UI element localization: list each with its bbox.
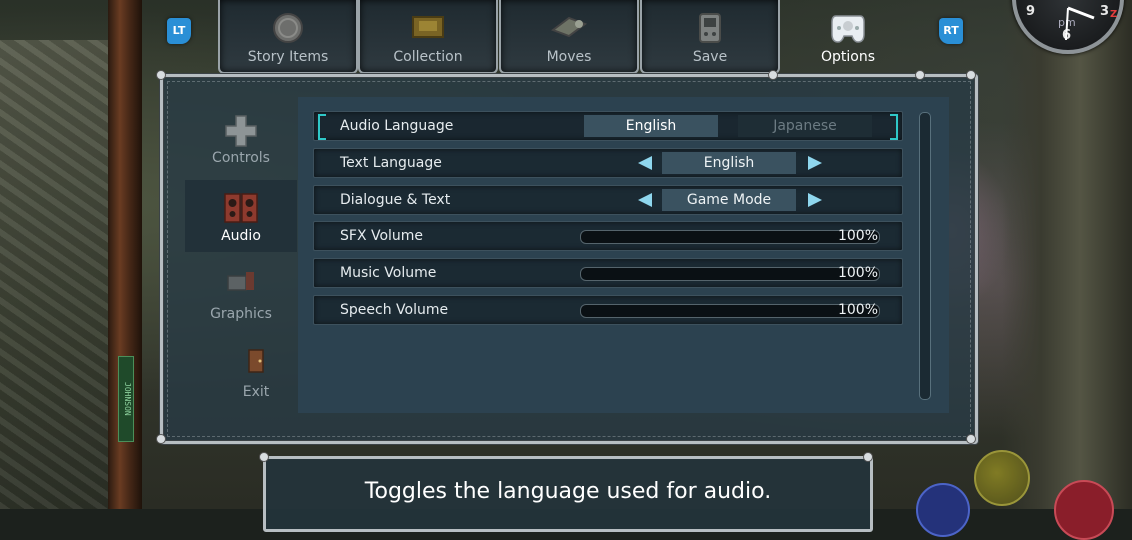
dialogue-text-value: Game Mode xyxy=(662,189,796,211)
setting-label: SFX Volume xyxy=(340,228,424,244)
tab-label: Story Items xyxy=(247,49,329,65)
left-arrow-icon[interactable] xyxy=(638,156,652,170)
audio-language-japanese-option[interactable]: Japanese xyxy=(738,115,872,137)
tab-story-items[interactable]: Story Items xyxy=(218,0,358,74)
left-arrow-icon[interactable] xyxy=(638,193,652,207)
rivet xyxy=(966,70,976,80)
tab-collection[interactable]: Collection xyxy=(358,0,498,74)
help-text: Toggles the language used for audio. xyxy=(364,479,772,504)
text-language-row[interactable]: Text Language English xyxy=(313,148,903,178)
tree-trunk xyxy=(1002,0,1132,509)
clock-hands xyxy=(1065,6,1095,41)
sidebar-item-controls[interactable]: Controls xyxy=(185,102,297,174)
sidebar-item-exit[interactable]: Exit xyxy=(215,336,297,408)
tab-label: Save xyxy=(692,49,728,65)
rivet xyxy=(966,434,976,444)
speaker-icon xyxy=(223,192,259,228)
sfx-volume-slider[interactable] xyxy=(580,230,880,244)
text-language-value: English xyxy=(662,152,796,174)
speech-volume-row[interactable]: Speech Volume 100% xyxy=(313,295,903,325)
right-arrow-icon[interactable] xyxy=(808,193,822,207)
setting-label: Speech Volume xyxy=(340,302,449,318)
collection-box-icon xyxy=(410,12,446,44)
sfx-volume-value: 100% xyxy=(837,228,878,244)
rivet xyxy=(863,452,873,462)
tab-label: Collection xyxy=(393,49,463,65)
music-volume-row[interactable]: Music Volume 100% xyxy=(313,258,903,288)
setting-label: Text Language xyxy=(340,155,442,171)
setting-label: Audio Language xyxy=(340,118,454,134)
dialogue-text-row[interactable]: Dialogue & Text Game Mode xyxy=(313,185,903,215)
sfx-volume-row[interactable]: SFX Volume 100% xyxy=(313,221,903,251)
sidebar-item-label: Graphics xyxy=(210,306,272,322)
setting-label: Dialogue & Text xyxy=(340,192,451,208)
rivet xyxy=(915,70,925,80)
action-button-yellow[interactable] xyxy=(974,450,1030,506)
rivet xyxy=(156,434,166,444)
setting-label: Music Volume xyxy=(340,265,437,281)
coin-icon xyxy=(272,12,304,48)
right-arrow-icon[interactable] xyxy=(808,156,822,170)
pole-sign: JOHNSON xyxy=(118,356,134,442)
tab-moves[interactable]: Moves xyxy=(499,0,639,74)
rivet xyxy=(259,452,269,462)
rivet xyxy=(768,70,778,80)
action-button-red[interactable] xyxy=(1054,480,1114,540)
exit-door-icon xyxy=(245,348,267,378)
rt-shoulder-button[interactable]: RT xyxy=(939,18,963,44)
rivet xyxy=(156,70,166,80)
speech-volume-value: 100% xyxy=(837,302,878,318)
audio-language-english-option[interactable]: English xyxy=(584,115,718,137)
vmu-save-icon xyxy=(698,12,722,48)
controller-icon xyxy=(830,12,866,50)
speech-volume-slider[interactable] xyxy=(580,304,880,318)
sidebar-item-audio[interactable]: Audio xyxy=(185,180,297,252)
audio-language-row[interactable]: Audio Language English Japanese xyxy=(313,111,903,141)
sidebar-item-label: Controls xyxy=(212,150,270,166)
tab-options[interactable]: Options xyxy=(780,0,916,72)
settings-list-panel xyxy=(298,97,949,413)
moves-scroll-icon xyxy=(549,12,589,44)
action-button-blue[interactable] xyxy=(916,483,970,537)
sidebar-item-label: Exit xyxy=(242,384,270,400)
help-description-bar: Toggles the language used for audio. xyxy=(263,456,873,532)
settings-scrollbar[interactable] xyxy=(919,112,931,400)
lt-shoulder-button[interactable]: LT xyxy=(167,18,191,44)
sidebar-item-graphics[interactable]: Graphics xyxy=(185,258,297,330)
graphics-icon xyxy=(226,270,256,298)
music-volume-slider[interactable] xyxy=(580,267,880,281)
tab-label: Options xyxy=(820,49,876,65)
selection-bracket-left xyxy=(318,114,326,140)
time-clock: 9 3 6 pm Z xyxy=(1012,0,1124,54)
sidebar-item-label: Audio xyxy=(221,228,261,244)
music-volume-value: 100% xyxy=(837,265,878,281)
selection-bracket-right xyxy=(890,114,898,140)
tab-label: Moves xyxy=(546,49,592,65)
dpad-icon xyxy=(224,114,258,152)
tab-save[interactable]: Save xyxy=(640,0,780,74)
rock-wall xyxy=(0,40,110,509)
